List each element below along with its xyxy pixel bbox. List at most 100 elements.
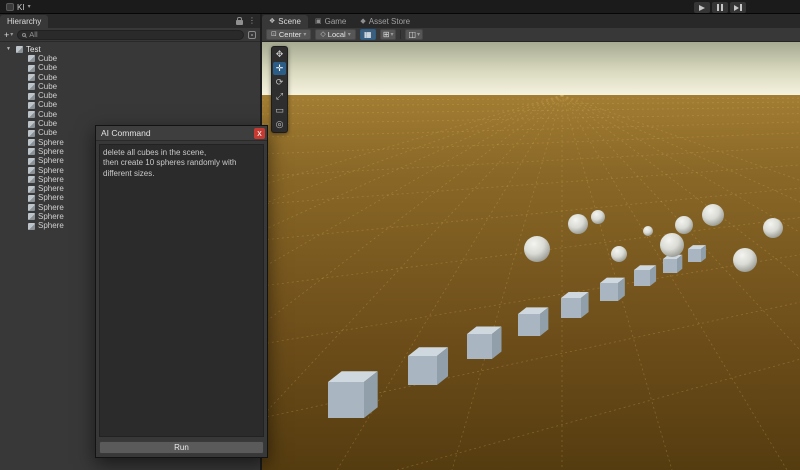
move-tool-button[interactable]: ✛ <box>273 62 286 75</box>
hierarchy-item-label: Sphere <box>38 137 64 147</box>
chevron-down-icon: ▾ <box>27 4 31 10</box>
scene-picker-icon[interactable] <box>248 30 256 39</box>
toolbar-separator <box>400 30 402 39</box>
grid-snap-icon: ▦ <box>363 30 372 39</box>
foldout-arrow-icon[interactable]: ▼ <box>6 47 13 52</box>
ki-menu-button[interactable]: KI ▾ <box>3 1 34 13</box>
tab-asset-store[interactable]: ◆ Asset Store <box>353 15 417 28</box>
ki-menu-label: KI <box>17 2 25 12</box>
lock-icon[interactable] <box>236 17 243 25</box>
scene-sphere[interactable] <box>660 233 684 257</box>
grid-visibility-button[interactable]: ⊞ ▾ <box>379 29 397 40</box>
gameobject-icon <box>28 204 35 212</box>
scene-cube[interactable] <box>518 307 549 336</box>
scene-cube[interactable] <box>663 254 683 273</box>
hierarchy-item[interactable]: Cube <box>0 101 260 110</box>
scene-cube[interactable] <box>467 326 502 360</box>
hierarchy-item[interactable]: Cube <box>0 110 260 119</box>
play-icon <box>699 4 705 11</box>
unity-editor-window: KI ▾ Hierarchy ⋮ + ▾ All ▼ Test Cube Cub… <box>0 0 800 470</box>
pause-button[interactable] <box>712 2 728 13</box>
run-button[interactable]: Run <box>99 441 264 454</box>
tab-game[interactable]: ▣ Game <box>308 15 353 28</box>
close-button[interactable]: x <box>254 127 265 139</box>
transform-tool-button[interactable]: ◎ <box>273 118 286 131</box>
hierarchy-item-label: Cube <box>38 53 58 63</box>
hierarchy-item-label: Sphere <box>38 146 64 156</box>
scale-tool-button[interactable]: ⤢ <box>273 90 286 103</box>
run-button-label: Run <box>174 443 189 452</box>
game-tab-icon: ▣ <box>314 18 322 25</box>
scene-sphere[interactable] <box>702 204 724 226</box>
hierarchy-item[interactable]: Cube <box>0 64 260 73</box>
pivot-mode-button[interactable]: ⊡ Center ▾ <box>266 29 312 40</box>
hierarchy-item-label: Sphere <box>38 184 64 194</box>
asset-store-tab-icon: ◆ <box>360 18 366 25</box>
close-icon: x <box>257 127 262 138</box>
hierarchy-item[interactable]: Cube <box>0 54 260 63</box>
gameobject-icon <box>28 176 35 184</box>
chevron-down-icon: ▾ <box>347 31 351 38</box>
step-button[interactable] <box>730 2 746 13</box>
hierarchy-item-label: Cube <box>38 91 58 101</box>
hierarchy-item-label: Sphere <box>38 221 64 231</box>
hierarchy-item-root[interactable]: ▼ Test <box>0 45 260 54</box>
scene-cube[interactable] <box>688 245 706 262</box>
scene-cube[interactable] <box>600 277 625 301</box>
create-object-button[interactable]: + ▾ <box>4 30 13 40</box>
scene-cube[interactable] <box>561 292 589 318</box>
scene-sphere[interactable] <box>763 218 783 238</box>
grid-snapping-button[interactable]: ▦ <box>359 29 376 40</box>
scene-sphere[interactable] <box>675 216 693 234</box>
step-icon-bar <box>740 4 742 11</box>
view-tool-button[interactable]: ✥ <box>273 48 286 61</box>
gameobject-icon <box>28 111 35 119</box>
scene-cube[interactable] <box>408 347 449 385</box>
scene-sphere[interactable] <box>591 210 605 224</box>
hierarchy-item[interactable]: Cube <box>0 91 260 100</box>
chevron-down-icon: ▾ <box>390 31 394 38</box>
scene-3d-view[interactable] <box>262 42 800 470</box>
hierarchy-tabbar: Hierarchy ⋮ <box>0 14 260 28</box>
gameobject-icon <box>28 101 35 109</box>
scene-sphere[interactable] <box>643 226 653 236</box>
snap-increment-button[interactable]: ◫ ▾ <box>405 29 424 40</box>
rect-tool-button[interactable]: ▭ <box>273 104 286 117</box>
prompt-line: then create 10 spheres randomly with dif… <box>103 158 237 178</box>
scene-cube[interactable] <box>328 371 378 418</box>
scene-sphere[interactable] <box>568 214 588 234</box>
hierarchy-item-label: Cube <box>38 72 58 82</box>
scene-cube[interactable] <box>634 265 657 286</box>
tab-hierarchy[interactable]: Hierarchy <box>0 15 49 28</box>
gameobject-icon <box>28 185 35 193</box>
hierarchy-search-input[interactable]: All <box>17 29 244 40</box>
pivot-label: Center <box>278 30 302 39</box>
orientation-mode-button[interactable]: ◇ Local ▾ <box>315 29 356 40</box>
prompt-textarea[interactable]: delete all cubes in the scene, then crea… <box>99 144 264 437</box>
orientation-label: Local <box>327 30 346 39</box>
tab-scene[interactable]: ❖ Scene <box>262 15 308 28</box>
hierarchy-item-label: Cube <box>38 100 58 110</box>
scene-viewport[interactable]: ✥ ✛ ⟳ ⤢ ▭ ◎ <box>262 42 800 470</box>
ai-window-titlebar[interactable]: AI Command x <box>96 126 267 141</box>
hierarchy-toolbar: + ▾ All <box>0 28 260 42</box>
gameobject-icon <box>28 74 35 82</box>
hierarchy-item[interactable]: Cube <box>0 73 260 82</box>
scene-sphere[interactable] <box>611 246 627 262</box>
sky <box>262 42 800 95</box>
scene-sphere[interactable] <box>524 236 550 262</box>
hierarchy-item-label: Sphere <box>38 193 64 203</box>
pause-icon <box>717 4 719 11</box>
play-button[interactable] <box>694 2 710 13</box>
scene-tab-icon: ❖ <box>269 18 276 25</box>
gameobject-icon <box>28 157 35 165</box>
kebab-menu-icon[interactable]: ⋮ <box>248 17 256 25</box>
app-icon <box>6 3 14 11</box>
gameobject-icon <box>28 148 35 156</box>
game-tab-label: Game <box>324 17 347 26</box>
hierarchy-item[interactable]: Cube <box>0 82 260 91</box>
scene-sphere[interactable] <box>733 248 757 272</box>
hierarchy-item-label: Sphere <box>38 165 64 175</box>
rotate-tool-button[interactable]: ⟳ <box>273 76 286 89</box>
chevron-down-icon: ▾ <box>10 31 14 38</box>
